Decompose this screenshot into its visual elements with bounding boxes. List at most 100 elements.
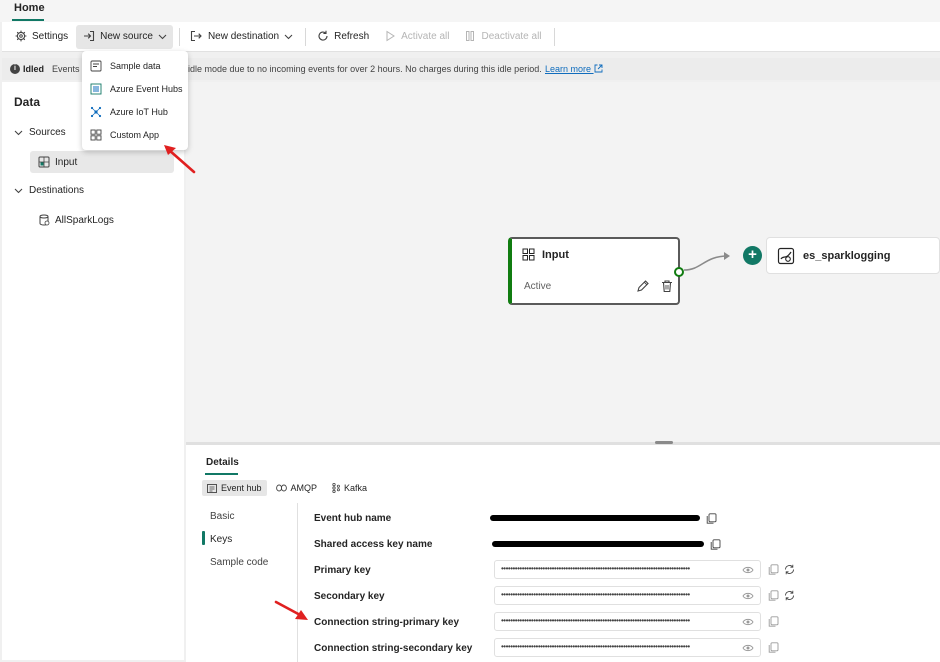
settings-button[interactable]: Settings xyxy=(8,25,74,49)
menu-item-sample-data[interactable]: Sample data xyxy=(82,55,188,77)
menu-item-azure-event-hubs[interactable]: Azure Event Hubs xyxy=(82,78,188,100)
tab-event-hub-label: Event hub xyxy=(221,483,262,493)
eye-icon[interactable] xyxy=(742,617,754,627)
chevron-down-icon xyxy=(14,186,23,196)
primary-key-label: Primary key xyxy=(314,565,371,576)
menu-item-azure-iot-hub[interactable]: Azure IoT Hub xyxy=(82,101,188,123)
chevron-down-icon xyxy=(158,32,167,42)
destinations-section-toggle[interactable]: Destinations xyxy=(14,185,84,196)
nav-basic[interactable]: Basic xyxy=(210,511,234,522)
destinations-label: Destinations xyxy=(29,185,85,196)
deactivate-all-label: Deactivate all xyxy=(481,31,542,42)
new-destination-button[interactable]: New destination xyxy=(184,25,299,49)
new-destination-label: New destination xyxy=(207,31,280,42)
nav-active-marker xyxy=(202,531,205,545)
input-node-title: Input xyxy=(542,249,569,261)
annotation-arrow-connection-string xyxy=(274,600,308,620)
add-destination-button[interactable]: + xyxy=(743,246,762,265)
connection-string-primary-masked-value: ••••••••••••••••••••••••••••••••••••••••… xyxy=(501,616,690,625)
new-source-label: New source xyxy=(100,31,153,42)
secondary-key-field[interactable]: ••••••••••••••••••••••••••••••••••••••••… xyxy=(494,586,761,605)
source-item-label: Input xyxy=(55,156,78,168)
refresh-button[interactable]: Refresh xyxy=(310,25,375,49)
custom-app-icon xyxy=(90,129,102,141)
link-icon xyxy=(275,484,287,492)
connection-string-primary-label: Connection string-primary key xyxy=(314,617,460,628)
copy-icon[interactable] xyxy=(706,513,717,524)
kafka-icon xyxy=(332,483,340,493)
info-message: idle mode due to no incoming events for … xyxy=(188,64,542,74)
sources-section-toggle[interactable]: Sources xyxy=(14,127,66,138)
copy-icon[interactable] xyxy=(710,539,721,550)
activate-all-button[interactable]: Activate all xyxy=(377,25,455,49)
connection-string-secondary-field[interactable]: ••••••••••••••••••••••••••••••••••••••••… xyxy=(494,638,761,657)
details-tab-underline xyxy=(205,473,238,475)
input-source-node[interactable]: Input Active xyxy=(508,237,680,305)
primary-key-masked-value: ••••••••••••••••••••••••••••••••••••••••… xyxy=(501,564,690,573)
pause-icon xyxy=(463,30,476,43)
copy-icon[interactable] xyxy=(768,616,779,627)
details-title[interactable]: Details xyxy=(206,457,239,468)
tab-kafka[interactable]: Kafka xyxy=(326,480,372,496)
info-events-text: Events xyxy=(52,64,80,74)
details-panel: Details Event hub AMQP Kafka Basic Keys … xyxy=(186,445,940,662)
custom-app-icon xyxy=(522,248,535,261)
copy-icon[interactable] xyxy=(768,642,779,653)
eye-icon[interactable] xyxy=(742,565,754,575)
protocol-tabs: Event hub AMQP Kafka xyxy=(202,479,376,497)
activate-all-label: Activate all xyxy=(401,31,450,42)
connection-string-primary-field[interactable]: ••••••••••••••••••••••••••••••••••••••••… xyxy=(494,612,761,631)
splitter-handle[interactable] xyxy=(655,441,673,444)
connection-string-secondary-masked-value: ••••••••••••••••••••••••••••••••••••••••… xyxy=(501,642,690,651)
nav-keys[interactable]: Keys xyxy=(210,534,232,545)
toolbar-divider xyxy=(553,27,555,46)
settings-label: Settings xyxy=(32,31,69,42)
annotation-arrow-custom-app xyxy=(164,145,196,174)
destination-node[interactable]: es_sparklogging xyxy=(766,237,940,274)
regenerate-icon[interactable] xyxy=(784,564,795,575)
primary-key-field[interactable]: ••••••••••••••••••••••••••••••••••••••••… xyxy=(494,560,761,579)
connection-string-secondary-label: Connection string-secondary key xyxy=(314,643,473,654)
eventstream-icon xyxy=(777,247,795,265)
event-hub-icon xyxy=(207,483,217,493)
event-hub-name-label: Event hub name xyxy=(314,513,392,524)
refresh-label: Refresh xyxy=(334,31,370,42)
tab-event-hub[interactable]: Event hub xyxy=(202,480,267,496)
nav-sample-code[interactable]: Sample code xyxy=(210,557,268,568)
tab-home[interactable]: Home xyxy=(14,2,45,14)
destination-node-title: es_sparklogging xyxy=(803,250,891,262)
learn-more-link[interactable]: Learn more xyxy=(545,64,603,74)
details-divider xyxy=(297,503,298,662)
custom-app-icon xyxy=(38,156,50,168)
chevron-down-icon xyxy=(284,32,293,42)
shared-access-key-name-value-redacted xyxy=(492,541,704,547)
new-source-button[interactable]: New source xyxy=(76,24,173,49)
secondary-key-masked-value: ••••••••••••••••••••••••••••••••••••••••… xyxy=(501,590,690,599)
info-icon: i xyxy=(10,64,20,74)
event-hubs-icon xyxy=(90,83,102,95)
tab-amqp[interactable]: AMQP xyxy=(271,480,323,496)
deactivate-all-button[interactable]: Deactivate all xyxy=(457,25,547,49)
database-icon xyxy=(39,214,50,226)
menu-item-label: Azure IoT Hub xyxy=(110,107,168,117)
source-item-input[interactable]: Input xyxy=(30,151,174,173)
regenerate-icon[interactable] xyxy=(784,590,795,601)
learn-more-label: Learn more xyxy=(545,64,592,74)
copy-icon[interactable] xyxy=(768,564,779,575)
sources-label: Sources xyxy=(29,127,66,138)
copy-icon[interactable] xyxy=(768,590,779,601)
ribbon-tab-bar: Home xyxy=(0,0,940,22)
pencil-icon[interactable] xyxy=(636,279,650,293)
trash-icon[interactable] xyxy=(660,279,674,293)
flow-connector xyxy=(683,252,730,271)
destination-item-label: AllSparkLogs xyxy=(55,214,114,226)
eye-icon[interactable] xyxy=(742,643,754,653)
event-hub-name-value-redacted xyxy=(490,515,700,521)
external-link-icon xyxy=(594,64,602,73)
eye-icon[interactable] xyxy=(742,591,754,601)
destination-item-allsparklogs[interactable]: AllSparkLogs xyxy=(30,209,174,231)
data-panel-title: Data xyxy=(14,95,41,109)
toolbar-divider xyxy=(178,27,180,46)
iot-hub-icon xyxy=(90,106,102,118)
tab-amqp-label: AMQP xyxy=(290,483,318,493)
